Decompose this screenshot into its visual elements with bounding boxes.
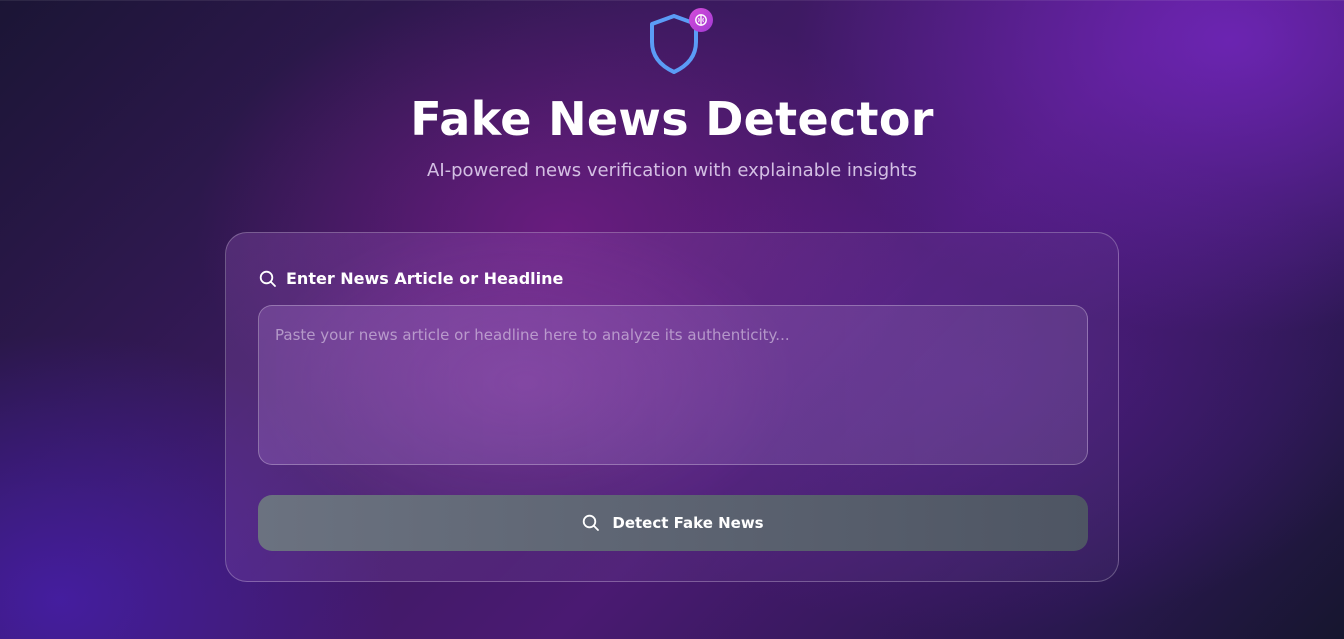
search-icon xyxy=(583,514,600,531)
search-icon xyxy=(259,270,276,287)
news-article-input[interactable] xyxy=(258,305,1088,465)
detect-button-label: Detect Fake News xyxy=(612,514,764,532)
detect-fake-news-button[interactable]: Detect Fake News xyxy=(258,495,1088,551)
page-title: Fake News Detector xyxy=(410,92,934,146)
input-card: Enter News Article or Headline Detect Fa… xyxy=(225,232,1119,582)
input-label: Enter News Article or Headline xyxy=(259,269,563,288)
top-border xyxy=(0,0,1344,1)
input-label-text: Enter News Article or Headline xyxy=(286,269,564,288)
brain-icon xyxy=(689,8,713,32)
app-logo xyxy=(646,4,718,76)
news-input-wrapper xyxy=(258,305,1088,465)
page-subtitle: AI-powered news verification with explai… xyxy=(427,160,917,181)
